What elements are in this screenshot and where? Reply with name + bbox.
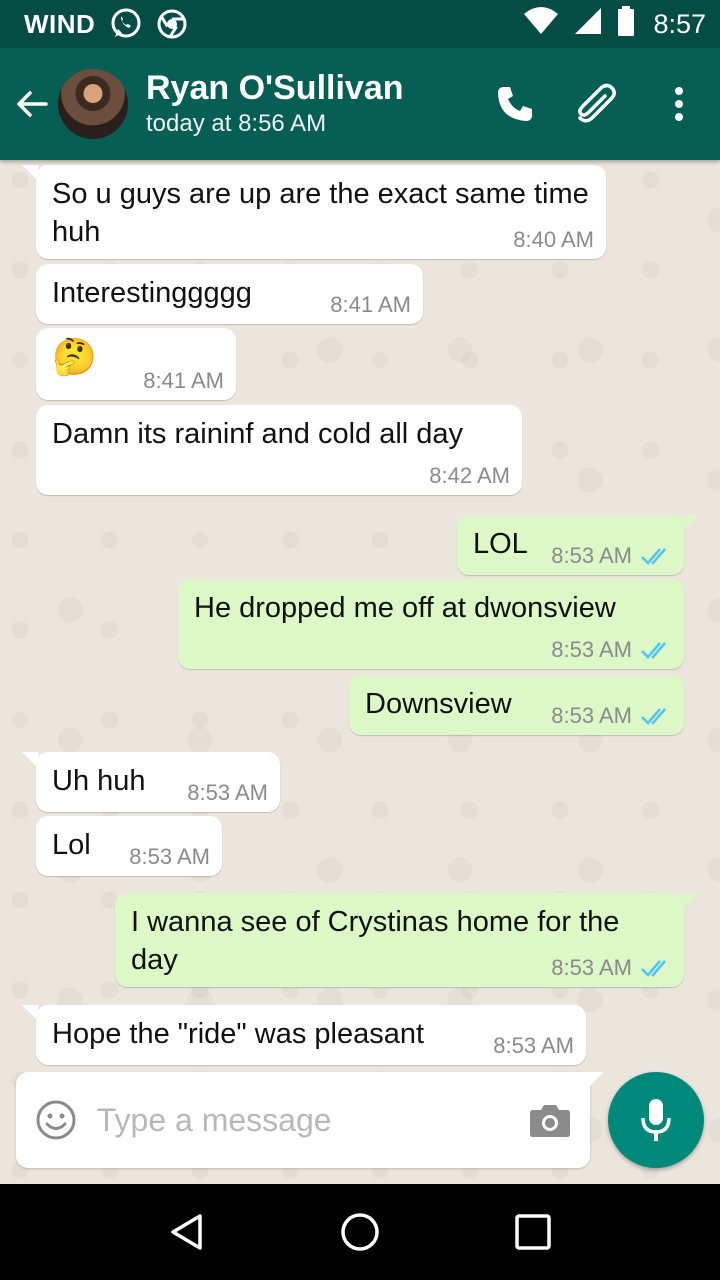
message-time: 8:53 AM <box>129 844 210 869</box>
avatar[interactable] <box>58 69 128 139</box>
call-button[interactable] <box>474 48 556 160</box>
message-text: LOL <box>473 528 528 560</box>
camera-button[interactable] <box>517 1072 584 1168</box>
message-text: So u guys are up are the exact same time… <box>52 178 589 248</box>
message-emoji: 🤔 <box>52 336 97 377</box>
message-outgoing[interactable]: He dropped me off at dwonsview 8:53 AM <box>178 579 684 669</box>
clock: 8:57 <box>653 8 706 39</box>
battery-icon <box>617 5 635 43</box>
signal-icon <box>573 6 603 43</box>
smiley-icon <box>36 1100 76 1140</box>
chat-header: Ryan O'Sullivan today at 8:56 AM <box>0 48 720 160</box>
more-vert-icon <box>675 87 683 121</box>
message-composer <box>16 1072 604 1168</box>
contact-name: Ryan O'Sullivan <box>146 69 404 107</box>
message-text: Damn its raininf and cold all day <box>52 418 464 450</box>
voice-record-button[interactable] <box>608 1072 704 1168</box>
chrome-icon <box>157 9 187 39</box>
more-options-button[interactable] <box>638 48 720 160</box>
message-time: 8:53 AM <box>551 703 632 728</box>
read-receipt-icon <box>641 548 666 565</box>
microphone-icon <box>641 1099 671 1141</box>
message-text: Downsview <box>365 688 512 720</box>
message-time: 8:41 AM <box>143 368 224 393</box>
message-incoming[interactable]: Lol 8:53 AM <box>36 816 222 876</box>
message-incoming[interactable]: Interestinggggg 8:41 AM <box>36 264 423 324</box>
camera-icon <box>530 1105 571 1137</box>
nav-recents-button[interactable] <box>485 1184 581 1280</box>
emoji-button[interactable] <box>16 1072 97 1168</box>
message-outgoing[interactable]: Downsview 8:53 AM <box>349 675 684 735</box>
message-incoming[interactable]: Damn its raininf and cold all day 8:42 A… <box>36 405 522 495</box>
message-time: 8:40 AM <box>513 227 594 252</box>
message-time: 8:53 AM <box>551 543 632 568</box>
nav-back-button[interactable] <box>139 1184 235 1280</box>
message-text: Interestinggggg <box>52 277 252 309</box>
message-text: Hope the "ride" was pleasant <box>52 1018 425 1050</box>
message-text: I wanna see of Crystinas home for the da… <box>131 906 620 976</box>
carrier-name: WIND <box>24 8 96 39</box>
last-seen: today at 8:56 AM <box>146 110 327 137</box>
conversation[interactable]: So u guys are up are the exact same time… <box>0 160 720 1184</box>
wifi-icon <box>523 6 559 43</box>
message-input[interactable] <box>96 1101 517 1139</box>
back-arrow-icon <box>17 91 48 117</box>
message-time: 8:53 AM <box>551 637 632 662</box>
back-button[interactable] <box>4 48 60 160</box>
nav-home-button[interactable] <box>312 1184 408 1280</box>
system-nav-bar <box>0 1184 720 1280</box>
nav-back-icon <box>170 1214 202 1250</box>
message-incoming[interactable]: Hope the "ride" was pleasant 8:53 AM <box>22 1005 586 1065</box>
message-text: Uh huh <box>52 765 146 797</box>
nav-recents-icon <box>515 1214 552 1250</box>
whatsapp-icon <box>109 7 143 41</box>
phone-icon <box>498 87 532 121</box>
message-time: 8:53 AM <box>493 1033 574 1058</box>
message-time: 8:41 AM <box>330 292 411 317</box>
message-incoming[interactable]: 🤔 8:41 AM <box>36 328 236 400</box>
read-receipt-icon <box>641 960 666 977</box>
message-text: Lol <box>52 829 91 861</box>
message-time: 8:53 AM <box>187 780 268 805</box>
paperclip-icon <box>578 83 616 123</box>
message-outgoing[interactable]: LOL 8:53 AM <box>457 515 698 575</box>
read-receipt-icon <box>641 708 666 725</box>
status-bar: WIND 8:57 <box>0 0 720 48</box>
message-incoming[interactable]: Uh huh 8:53 AM <box>22 752 280 812</box>
message-time: 8:42 AM <box>429 463 510 488</box>
message-incoming[interactable]: So u guys are up are the exact same time… <box>22 165 606 259</box>
nav-home-icon <box>341 1213 379 1251</box>
read-receipt-icon <box>641 642 666 659</box>
message-text: He dropped me off at dwonsview <box>194 592 616 624</box>
contact-info[interactable]: Ryan O'Sullivan today at 8:56 AM <box>146 68 404 140</box>
attach-button[interactable] <box>556 48 638 160</box>
message-outgoing[interactable]: I wanna see of Crystinas home for the da… <box>115 893 698 987</box>
message-time: 8:53 AM <box>551 955 632 980</box>
